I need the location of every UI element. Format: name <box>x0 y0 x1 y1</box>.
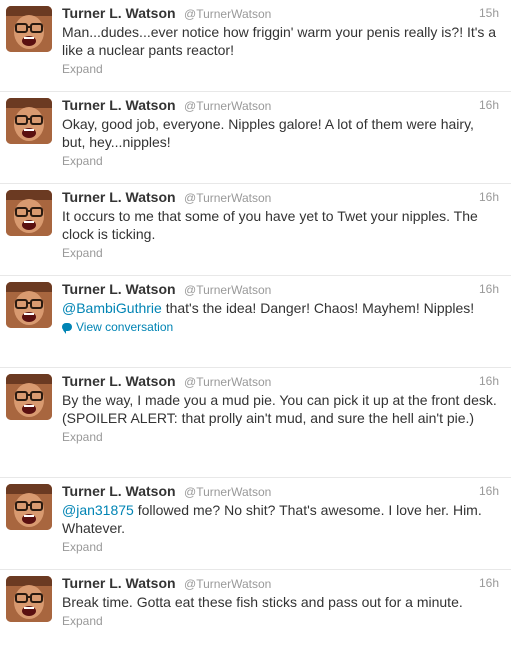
tweet-body: that's the idea! Danger! Chaos! Mayhem! … <box>161 300 475 316</box>
user-handle[interactable]: @TurnerWatson <box>184 7 271 21</box>
view-conversation-link[interactable]: View conversation <box>62 318 499 336</box>
avatar-image <box>6 190 52 236</box>
tweet-header: Turner L. Watson @TurnerWatson <box>62 276 499 298</box>
tweet-text: By the way, I made you a mud pie. You ca… <box>62 392 497 426</box>
user-name[interactable]: Turner L. Watson <box>62 483 176 499</box>
user-name[interactable]: Turner L. Watson <box>62 373 176 389</box>
user-handle[interactable]: @TurnerWatson <box>184 485 271 499</box>
avatar[interactable] <box>6 190 52 236</box>
tweet-header: Turner L. Watson @TurnerWatson <box>62 570 499 592</box>
tweet-timestamp[interactable]: 16h <box>479 188 499 206</box>
avatar-image <box>6 576 52 622</box>
user-handle[interactable]: @TurnerWatson <box>184 577 271 591</box>
tweet-timestamp[interactable]: 16h <box>479 280 499 298</box>
tweet-timestamp[interactable]: 16h <box>479 372 499 390</box>
user-name[interactable]: Turner L. Watson <box>62 575 176 591</box>
user-name[interactable]: Turner L. Watson <box>62 189 176 205</box>
user-name[interactable]: Turner L. Watson <box>62 5 176 21</box>
tweet-timestamp[interactable]: 15h <box>479 4 499 22</box>
tweet-item[interactable]: Turner L. Watson @TurnerWatson 16h @jan3… <box>0 478 511 570</box>
tweet-item[interactable]: Turner L. Watson @TurnerWatson 16h It oc… <box>0 184 511 276</box>
tweet-timestamp[interactable]: 16h <box>479 482 499 500</box>
tweet-header: Turner L. Watson @TurnerWatson <box>62 0 499 22</box>
expand-link[interactable]: Expand <box>62 244 499 262</box>
avatar-image <box>6 98 52 144</box>
tweet-header: Turner L. Watson @TurnerWatson <box>62 478 499 500</box>
tweet-item[interactable]: Turner L. Watson @TurnerWatson 16h Okay,… <box>0 92 511 184</box>
user-handle[interactable]: @TurnerWatson <box>184 283 271 297</box>
tweet-text: Okay, good job, everyone. Nipples galore… <box>62 116 474 150</box>
avatar[interactable] <box>6 374 52 420</box>
user-handle[interactable]: @TurnerWatson <box>184 99 271 113</box>
tweet-item[interactable]: Turner L. Watson @TurnerWatson 16h By th… <box>0 368 511 478</box>
mention-link[interactable]: @jan31875 <box>62 502 134 518</box>
tweet-header: Turner L. Watson @TurnerWatson <box>62 184 499 206</box>
avatar[interactable] <box>6 6 52 52</box>
avatar-image <box>6 374 52 420</box>
tweet-timeline: Turner L. Watson @TurnerWatson 15h Man..… <box>0 0 511 650</box>
mention-link[interactable]: @BambiGuthrie <box>62 300 162 316</box>
tweet-header: Turner L. Watson @TurnerWatson <box>62 92 499 114</box>
expand-link[interactable]: Expand <box>62 60 499 78</box>
tweet-timestamp[interactable]: 16h <box>479 96 499 114</box>
tweet-text: Break time. Gotta eat these fish sticks … <box>62 594 463 610</box>
tweet-text: @jan31875 followed me? No shit? That's a… <box>62 501 499 537</box>
tweet-header: Turner L. Watson @TurnerWatson <box>62 368 499 390</box>
tweet-text: Man...dudes...ever notice how friggin' w… <box>62 24 497 58</box>
avatar-image <box>6 282 52 328</box>
tweet-timestamp[interactable]: 16h <box>479 574 499 592</box>
avatar-image <box>6 6 52 52</box>
user-handle[interactable]: @TurnerWatson <box>184 375 271 389</box>
view-conversation-label: View conversation <box>76 320 174 334</box>
tweet-item[interactable]: Turner L. Watson @TurnerWatson 16h @Bamb… <box>0 276 511 368</box>
user-name[interactable]: Turner L. Watson <box>62 97 176 113</box>
user-name[interactable]: Turner L. Watson <box>62 281 176 297</box>
expand-link[interactable]: Expand <box>62 152 499 170</box>
expand-link[interactable]: Expand <box>62 538 499 556</box>
avatar[interactable] <box>6 484 52 530</box>
expand-link[interactable]: Expand <box>62 612 499 630</box>
tweet-text: It occurs to me that some of you have ye… <box>62 208 478 242</box>
tweet-item[interactable]: Turner L. Watson @TurnerWatson 16h Break… <box>0 570 511 650</box>
tweet-text: @BambiGuthrie that's the idea! Danger! C… <box>62 299 499 317</box>
avatar[interactable] <box>6 282 52 328</box>
user-handle[interactable]: @TurnerWatson <box>184 191 271 205</box>
tweet-item[interactable]: Turner L. Watson @TurnerWatson 15h Man..… <box>0 0 511 92</box>
avatar[interactable] <box>6 576 52 622</box>
avatar[interactable] <box>6 98 52 144</box>
speech-bubble-icon <box>62 323 72 334</box>
avatar-image <box>6 484 52 530</box>
expand-link[interactable]: Expand <box>62 428 499 446</box>
